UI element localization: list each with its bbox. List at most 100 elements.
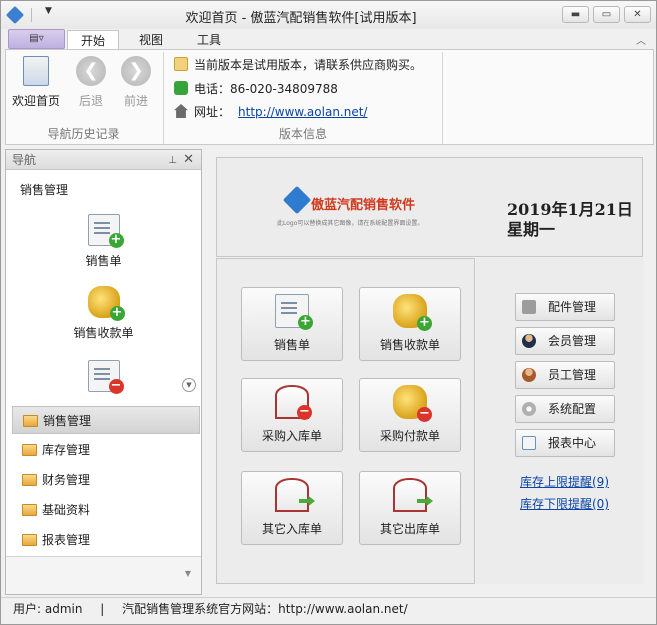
nav-group-label: 报表管理 xyxy=(42,533,91,547)
settings-gear-icon xyxy=(522,402,536,416)
nav-group-finance[interactable]: 财务管理 xyxy=(12,466,200,494)
phone-icon xyxy=(174,81,188,95)
forward-button-label: 前进 xyxy=(123,94,148,108)
nav-panel-title: 导航 xyxy=(12,153,37,167)
forward-button[interactable]: ❯ 前进 xyxy=(112,56,160,109)
report-icon xyxy=(522,436,536,450)
scroll-down-icon[interactable]: ▼ xyxy=(182,378,196,392)
back-arrow-icon: ❮ xyxy=(76,56,106,86)
purchase-payment-icon: − xyxy=(393,385,432,422)
parts-icon xyxy=(522,300,536,314)
sales-return-icon: − xyxy=(87,360,124,394)
shortcut-purchase-payment[interactable]: − 采购付款单 xyxy=(359,378,461,452)
version-group-label: 版本信息 xyxy=(278,127,327,141)
nav-close-icon[interactable]: ✕ xyxy=(183,150,194,170)
notice-icon xyxy=(174,57,188,71)
nav-footer-dropdown-icon[interactable]: ▼ xyxy=(185,569,191,578)
ribbon-separator-2 xyxy=(442,52,443,144)
header-panel: 傲蓝汽配销售软件 此Logo可以替换成其它图像，请在系统配置界面设置。 2019… xyxy=(216,157,643,257)
shortcut-panel: + 销售单 + 销售收款单 − 采购入库单 − 采购付款单 其它入库单 其它出库 xyxy=(216,258,475,584)
ribbon-collapse-icon[interactable]: ︿ xyxy=(636,32,646,47)
other-in-icon xyxy=(275,478,315,512)
shortcut-label: 其它入库单 xyxy=(261,522,322,536)
nav-group-basic-data[interactable]: 基础资料 xyxy=(12,496,200,524)
shortcut-sales-order[interactable]: + 销售单 xyxy=(241,287,343,361)
home-button[interactable]: 欢迎首页 xyxy=(12,56,60,109)
nav-group-sales[interactable]: 销售管理 xyxy=(12,406,200,434)
nav-item-label: 销售单 xyxy=(85,254,122,268)
nav-panel-footer: ▼ xyxy=(6,556,201,594)
nav-panel-header: 导航 ⊥ ✕ xyxy=(6,150,201,170)
nav-group-label: 销售管理 xyxy=(43,414,92,428)
nav-group-reports[interactable]: 报表管理 xyxy=(12,526,200,554)
shortcut-label: 销售单 xyxy=(273,338,310,352)
forward-arrow-icon: ❯ xyxy=(121,56,151,86)
shortcut-label: 采购付款单 xyxy=(379,429,440,443)
staff-management-button[interactable]: 员工管理 xyxy=(515,361,615,389)
report-center-button[interactable]: 报表中心 xyxy=(515,429,615,457)
pin-icon[interactable]: ⊥ xyxy=(168,151,177,171)
shortcut-sales-receipt[interactable]: + 销售收款单 xyxy=(359,287,461,361)
nav-item-sales-receipt[interactable]: + 销售收款单 xyxy=(6,286,201,341)
shortcut-label: 销售收款单 xyxy=(379,338,440,352)
shortcut-label: 采购入库单 xyxy=(261,429,322,443)
tab-tools[interactable]: 工具 xyxy=(185,30,233,50)
other-out-icon xyxy=(393,478,433,512)
status-separator: | xyxy=(100,602,105,616)
title-bar: ▼ 欢迎首页 - 傲蓝汽配销售软件[试用版本] ▬ ▭ ✕ xyxy=(1,1,656,29)
tab-start[interactable]: 开始 xyxy=(67,30,119,50)
ribbon-panel: 欢迎首页 ❮ 后退 ❯ 前进 导航历史记录 当前版本是试用版本，请联系供应商购买… xyxy=(5,49,654,145)
nav-category-title: 销售管理 xyxy=(20,183,69,197)
main-window: ▼ 欢迎首页 - 傲蓝汽配销售软件[试用版本] ▬ ▭ ✕ ▤▿ 开始 视图 工… xyxy=(0,0,657,625)
house-icon xyxy=(174,104,188,118)
folder-icon xyxy=(22,504,37,516)
side-button-label: 系统配置 xyxy=(548,402,597,416)
tab-view[interactable]: 视图 xyxy=(127,30,175,50)
shortcut-other-in[interactable]: 其它入库单 xyxy=(241,471,343,545)
folder-icon xyxy=(22,444,37,456)
sales-receipt-icon: + xyxy=(87,286,125,321)
nav-item-sales-return[interactable]: − xyxy=(6,360,201,398)
close-button[interactable]: ✕ xyxy=(624,6,651,23)
logo-text: 傲蓝汽配销售软件 xyxy=(311,198,416,213)
sales-order-icon: + xyxy=(87,214,124,248)
nav-item-label: 销售收款单 xyxy=(73,326,134,340)
maximize-button[interactable]: ▭ xyxy=(593,6,620,23)
sales-receipt-icon: + xyxy=(393,294,432,331)
status-bar: 用户: admin | 汽配销售管理系统官方网站：http://www.aola… xyxy=(1,597,656,624)
back-button-label: 后退 xyxy=(78,94,103,108)
navigation-panel: 导航 ⊥ ✕ 销售管理 + 销售单 + 销售收款单 − ▼ 销售管理 库存管理 … xyxy=(5,149,202,595)
parts-management-button[interactable]: 配件管理 xyxy=(515,293,615,321)
system-config-button[interactable]: 系统配置 xyxy=(515,395,615,423)
version-notice: 当前版本是试用版本，请联系供应商购买。 xyxy=(174,56,422,73)
current-weekday: 星期一 xyxy=(507,220,556,239)
member-management-button[interactable]: 会员管理 xyxy=(515,327,615,355)
nav-group-label: 基础资料 xyxy=(42,503,91,517)
back-button[interactable]: ❮ 后退 xyxy=(67,56,115,109)
application-menu-button[interactable]: ▤▿ xyxy=(8,29,65,49)
stock-upper-limit-link[interactable]: 库存上限提醒(9) xyxy=(520,473,609,490)
staff-icon xyxy=(522,368,536,382)
folder-icon xyxy=(22,474,37,486)
member-icon xyxy=(522,334,536,348)
home-button-label: 欢迎首页 xyxy=(12,94,61,108)
status-user: 用户: admin xyxy=(13,602,83,616)
folder-icon xyxy=(23,415,38,427)
nav-group-label: 财务管理 xyxy=(42,473,91,487)
nav-history-group-label: 导航历史记录 xyxy=(47,127,120,141)
nav-item-sales-order[interactable]: + 销售单 xyxy=(6,214,201,269)
nav-group-label: 库存管理 xyxy=(42,443,91,457)
window-title: 欢迎首页 - 傲蓝汽配销售软件[试用版本] xyxy=(185,11,417,26)
website-info: 网址： http://www.aolan.net/ xyxy=(174,103,367,120)
website-link[interactable]: http://www.aolan.net/ xyxy=(238,105,367,119)
phone-number: 86-020-34809788 xyxy=(230,82,338,96)
shortcut-label: 其它出库单 xyxy=(379,522,440,536)
shortcut-purchase-in[interactable]: − 采购入库单 xyxy=(241,378,343,452)
sales-order-icon: + xyxy=(275,294,313,330)
shortcut-other-out[interactable]: 其它出库单 xyxy=(359,471,461,545)
phone-info: 电话：86-020-34809788 xyxy=(174,80,338,97)
nav-group-inventory[interactable]: 库存管理 xyxy=(12,436,200,464)
minimize-button[interactable]: ▬ xyxy=(562,6,589,23)
stock-lower-limit-link[interactable]: 库存下限提醒(0) xyxy=(520,495,609,512)
side-button-label: 配件管理 xyxy=(548,300,597,314)
